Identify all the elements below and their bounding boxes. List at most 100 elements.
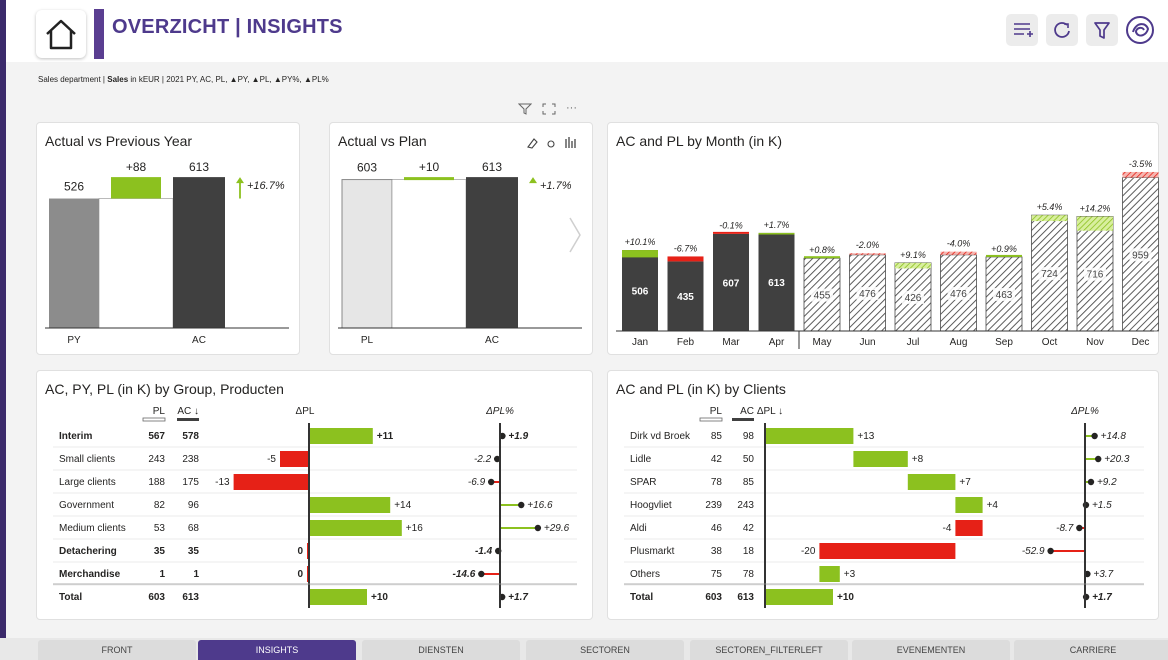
- row-ac: 1: [193, 569, 199, 580]
- row-pl: 53: [154, 523, 166, 534]
- axis-label-mar: Mar: [722, 337, 740, 348]
- delta-feb: [667, 256, 704, 262]
- tab-front[interactable]: FRONT: [38, 640, 196, 660]
- delta-oct: [1031, 215, 1068, 222]
- subtitle-rest: in kEUR | 2021 PY, AC, PL, ▲PY, ▲PL, ▲PY…: [128, 75, 329, 84]
- row-pl: 567: [148, 431, 165, 442]
- delta-arrow-head: [236, 177, 244, 184]
- row-name: Large clients: [59, 477, 116, 488]
- tab-sectoren[interactable]: SECTOREN: [526, 640, 684, 660]
- visual-filter-icon[interactable]: [518, 103, 532, 115]
- delta-jul: [895, 262, 931, 269]
- chart-actual-vs-plan: 603 613 +10 +1.7% PL AC: [338, 160, 582, 346]
- ac-legend-swatch: [177, 418, 199, 421]
- report-subtitle: Sales department | Sales in kEUR | 2021 …: [38, 75, 329, 84]
- pct-label: -52.9: [1022, 546, 1045, 557]
- filter-icon: [1094, 22, 1110, 39]
- row-name: Plusmarkt: [630, 546, 675, 557]
- delta-jun: [849, 253, 886, 255]
- bar-pl: [341, 179, 393, 329]
- col-header-delta-pct: ΔPL%: [1070, 406, 1099, 417]
- row-pl: 38: [711, 546, 723, 557]
- delta-label: +88: [126, 160, 147, 174]
- focus-mode-icon[interactable]: [542, 103, 556, 115]
- col-header-ac: AC: [740, 406, 754, 417]
- row-ac: 98: [743, 431, 755, 442]
- next-arrow-icon: [569, 217, 581, 253]
- filter-button[interactable]: [1086, 14, 1118, 46]
- pct-pin-head: [534, 524, 542, 532]
- tab-sectoren-filterleft[interactable]: SECTOREN_FILTERLEFT: [690, 640, 848, 660]
- refresh-button[interactable]: [1046, 14, 1078, 46]
- delta-label: +14: [394, 500, 411, 511]
- delta-label: +10: [419, 160, 440, 174]
- col-header-pl: PL: [153, 406, 166, 417]
- axis-label-oct: Oct: [1042, 337, 1058, 348]
- row-pl: 243: [148, 454, 165, 465]
- panel-actual-vs-plan: Actual vs Plan 603 613 +10 +1.7% PL AC: [329, 122, 593, 355]
- delta-label: -5: [267, 454, 276, 465]
- pct-label: +1.7: [1092, 592, 1112, 603]
- delta-bar: [765, 589, 833, 605]
- row-pl: 603: [148, 592, 165, 603]
- col-header-delta: ΔPL: [296, 406, 315, 417]
- delta-apr: [758, 232, 795, 235]
- add-list-button[interactable]: [1006, 14, 1038, 46]
- brand-logo[interactable]: [1124, 14, 1156, 46]
- home-button[interactable]: [36, 10, 86, 58]
- more-options-icon[interactable]: ···: [566, 103, 577, 115]
- tab-insights[interactable]: INSIGHTS: [198, 640, 356, 660]
- ac-legend-swatch: [732, 418, 754, 421]
- row-name: SPAR: [630, 477, 657, 488]
- row-pl: 75: [711, 569, 723, 580]
- delta-bar: [819, 543, 956, 559]
- delta-label-jan: +10.1%: [625, 237, 656, 247]
- tab-carriere[interactable]: CARRIERE: [1014, 640, 1168, 660]
- delta-label: 0: [297, 569, 303, 580]
- row-name: Hoogvliet: [630, 500, 672, 511]
- delta-arrow-head: [529, 177, 537, 184]
- pct-label: +1.5: [1092, 500, 1112, 511]
- value-label-jun: 476: [859, 289, 876, 300]
- row-pl: 82: [154, 500, 166, 511]
- tab-diensten[interactable]: DIENSTEN: [362, 640, 520, 660]
- pct-pin-head: [518, 501, 525, 509]
- row-ac: 78: [743, 569, 755, 580]
- delta-bar: [309, 520, 402, 536]
- pct-label: +1.7: [508, 592, 528, 603]
- row-ac: 243: [737, 500, 754, 511]
- pct-label: +1.9: [508, 431, 528, 442]
- pct-label: +16.6: [527, 500, 553, 511]
- delta-label: -4: [942, 523, 951, 534]
- row-pl: 239: [705, 500, 722, 511]
- pct-label: -1.4: [475, 546, 493, 557]
- delta-bar: [853, 451, 908, 467]
- pl-legend-swatch: [142, 417, 166, 422]
- delta-bar: [907, 474, 956, 490]
- home-icon: [46, 19, 76, 50]
- row-name: Aldi: [630, 523, 647, 534]
- row-ac: 613: [737, 592, 754, 603]
- delta-bar: [819, 566, 840, 582]
- axis-label-nov: Nov: [1086, 337, 1104, 348]
- row-ac: 175: [182, 477, 199, 488]
- axis-label-jun: Jun: [859, 337, 875, 348]
- col-header-delta: ΔPL ↓: [757, 406, 783, 417]
- row-pl: 42: [711, 454, 723, 465]
- row-ac: 35: [188, 546, 200, 557]
- delta-label: +10: [371, 592, 388, 603]
- row-name: Interim: [59, 431, 92, 442]
- delta-label-nov: +14.2%: [1080, 203, 1111, 213]
- delta-label-dec: -3.5%: [1129, 159, 1153, 169]
- tab-evenementen[interactable]: EVENEMENTEN: [852, 640, 1010, 660]
- pct-label: +14.8: [1101, 431, 1127, 442]
- delta-label: +4: [987, 500, 999, 511]
- bar-delta: [404, 177, 454, 181]
- value-label-nov: 716: [1087, 270, 1104, 281]
- pct-pin-head: [1087, 478, 1095, 486]
- row-pl: 85: [711, 431, 723, 442]
- delta-may: [804, 256, 840, 259]
- delta-label: -13: [215, 477, 230, 488]
- row-name: Lidle: [630, 454, 652, 465]
- value-label-dec: 959: [1132, 250, 1149, 261]
